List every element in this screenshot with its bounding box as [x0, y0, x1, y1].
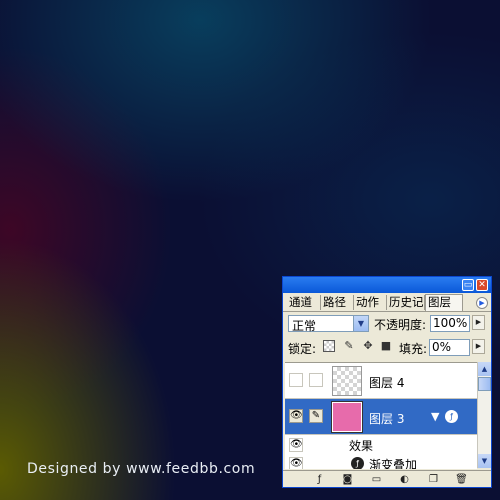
- eye-icon[interactable]: 👁: [289, 457, 303, 469]
- layer-row[interactable]: 图层 4: [285, 363, 477, 399]
- watermark-text: Designed by www.feedbb.com: [27, 461, 256, 477]
- layer-name: 图层 3: [369, 412, 405, 426]
- lock-label: 锁定:: [288, 342, 317, 356]
- layer-row-selected[interactable]: 👁 ✎ 图层 3 ▼ ƒ: [285, 399, 477, 435]
- effects-label: 效果: [349, 439, 374, 453]
- scroll-up-icon[interactable]: ▲: [478, 362, 491, 376]
- brush-icon[interactable]: ✎: [309, 409, 323, 423]
- effects-row[interactable]: 👁 效果: [285, 435, 477, 454]
- scroll-thumb[interactable]: [478, 377, 491, 391]
- tab-history[interactable]: 历史记: [387, 295, 425, 310]
- new-layer-icon[interactable]: ❐: [427, 473, 440, 486]
- layer-name: 图层 4: [369, 376, 405, 390]
- lock-row: 锁定: ✎ ✥ ■ 填充: 0% ▶: [283, 337, 491, 359]
- layers-scrollbar[interactable]: ▲ ▼: [477, 362, 491, 468]
- chevron-down-icon[interactable]: ▼: [353, 316, 368, 331]
- effects-icon[interactable]: ƒ: [445, 410, 458, 423]
- fill-arrow-icon[interactable]: ▶: [472, 339, 485, 354]
- lock-transparency-icon[interactable]: [323, 340, 335, 352]
- tab-layers[interactable]: 图层: [425, 294, 463, 311]
- layer-thumbnail: [332, 366, 362, 396]
- close-icon[interactable]: ✕: [476, 279, 488, 291]
- fill-input[interactable]: 0%: [429, 339, 470, 356]
- opacity-arrow-icon[interactable]: ▶: [472, 315, 485, 330]
- opacity-label: 不透明度:: [374, 318, 427, 332]
- palette-menu-icon[interactable]: ▶: [476, 297, 488, 309]
- tab-channels[interactable]: 通道: [287, 295, 321, 310]
- trash-icon[interactable]: 🗑: [455, 473, 468, 486]
- blend-mode-value: 正常: [292, 319, 317, 333]
- lock-paint-brush-icon[interactable]: ✎: [343, 340, 355, 352]
- add-mask-icon[interactable]: ◙: [341, 473, 354, 486]
- eye-icon[interactable]: 👁: [289, 438, 303, 452]
- effect-name: 渐变叠加: [369, 458, 418, 469]
- effects-expand-icon[interactable]: ▼: [431, 410, 439, 423]
- new-set-icon[interactable]: ▭: [370, 473, 383, 486]
- layer-style-icon[interactable]: ƒ: [313, 473, 326, 486]
- layers-palette: ▭ ✕ 通道 路径 动作 历史记 图层 ▶ 正常 ▼ 不透明度: 100% ▶ …: [282, 276, 492, 488]
- adjustment-layer-icon[interactable]: ◐: [398, 473, 411, 486]
- opacity-input[interactable]: 100%: [430, 315, 470, 332]
- layer-thumbnail: [331, 401, 363, 433]
- palette-bottom-bar: ƒ ◙ ▭ ◐ ❐ 🗑: [283, 470, 491, 488]
- link-toggle[interactable]: [309, 373, 323, 387]
- blend-mode-select[interactable]: 正常 ▼: [288, 315, 369, 333]
- tab-paths[interactable]: 路径: [321, 295, 354, 310]
- minimize-icon[interactable]: ▭: [462, 279, 474, 291]
- eye-icon[interactable]: 👁: [289, 409, 303, 423]
- effect-row[interactable]: 👁 ƒ 渐变叠加: [285, 454, 477, 469]
- tab-actions[interactable]: 动作: [354, 295, 387, 310]
- lock-all-icon[interactable]: ■: [380, 340, 392, 352]
- scroll-down-icon[interactable]: ▼: [478, 454, 491, 468]
- layers-list: 图层 4 👁 ✎ 图层 3 ▼ ƒ 👁 效果 👁 ƒ 渐变叠加: [285, 362, 477, 469]
- visibility-toggle[interactable]: [289, 373, 303, 387]
- palette-tabs: 通道 路径 动作 历史记 图层 ▶: [283, 294, 491, 312]
- blend-row: 正常 ▼ 不透明度: 100% ▶: [283, 313, 491, 335]
- lock-move-icon[interactable]: ✥: [362, 340, 374, 352]
- palette-titlebar[interactable]: ▭ ✕: [283, 277, 491, 293]
- effect-icon: ƒ: [351, 457, 364, 469]
- fill-label: 填充:: [399, 342, 428, 356]
